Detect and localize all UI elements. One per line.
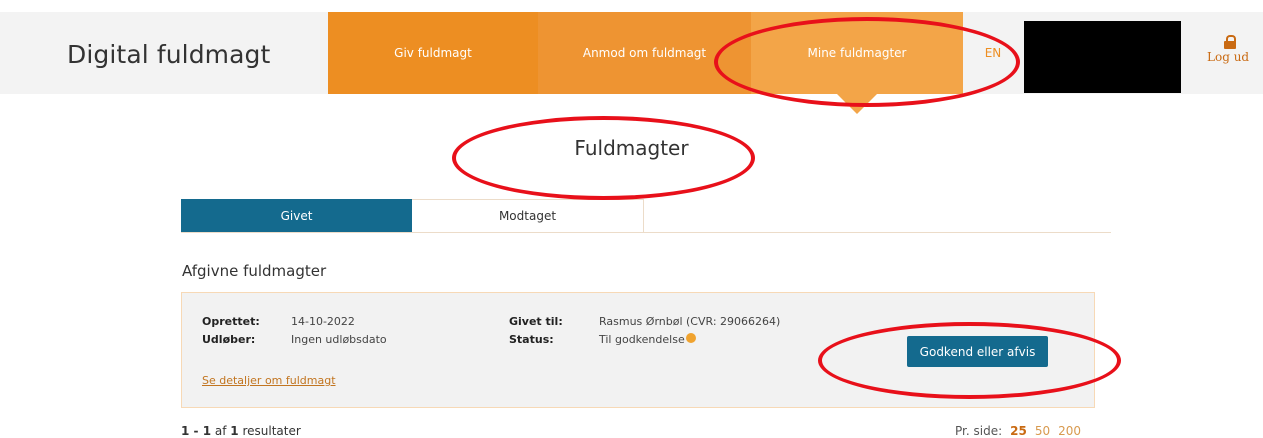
status-indicator-icon: [686, 333, 696, 343]
page-size-label: Pr. side:: [955, 424, 1003, 438]
given-to-label: Givet til:: [509, 315, 563, 328]
expires-value: Ingen udløbsdato: [291, 333, 387, 346]
redacted-user-block: [1024, 21, 1181, 93]
given-to-value: Rasmus Ørnbøl (CVR: 29066264): [599, 315, 781, 328]
tab-bar: Givet Modtaget: [181, 199, 1111, 233]
results-to: 1: [202, 424, 212, 438]
results-count: 1 - 1 af 1 resultater: [181, 424, 301, 438]
created-label: Oprettet:: [202, 315, 260, 328]
page-size-selector: Pr. side: 25 50 200: [955, 424, 1081, 438]
annotation-ellipse: [452, 116, 755, 200]
annotation-ellipse: [818, 322, 1121, 399]
expires-label: Udløber:: [202, 333, 256, 346]
logout-label: Log ud: [1207, 50, 1250, 64]
results-sep: -: [189, 424, 203, 438]
page-size-option[interactable]: 25: [1010, 424, 1027, 438]
status-label: Status:: [509, 333, 554, 346]
tab-received[interactable]: Modtaget: [412, 199, 644, 232]
lock-icon: [1224, 35, 1236, 49]
results-suffix: resultater: [238, 424, 301, 438]
status-value: Til godkendelse: [599, 333, 685, 346]
logout-button[interactable]: Log ud: [1207, 35, 1263, 75]
section-title: Afgivne fuldmagter: [182, 262, 327, 280]
tab-given[interactable]: Givet: [181, 199, 412, 232]
brand-title: Digital fuldmagt: [67, 40, 271, 69]
results-total: 1: [230, 424, 239, 438]
top-header: Digital fuldmagt Giv fuldmagt Anmod om f…: [0, 12, 1263, 114]
annotation-ellipse: [714, 17, 1020, 107]
page-size-option[interactable]: 50: [1035, 424, 1050, 438]
page-size-option[interactable]: 200: [1058, 424, 1081, 438]
results-of: af: [211, 424, 231, 438]
details-link[interactable]: Se detaljer om fuldmagt: [202, 374, 336, 387]
nav-give-proxy[interactable]: Giv fuldmagt: [328, 12, 538, 94]
created-value: 14-10-2022: [291, 315, 355, 328]
